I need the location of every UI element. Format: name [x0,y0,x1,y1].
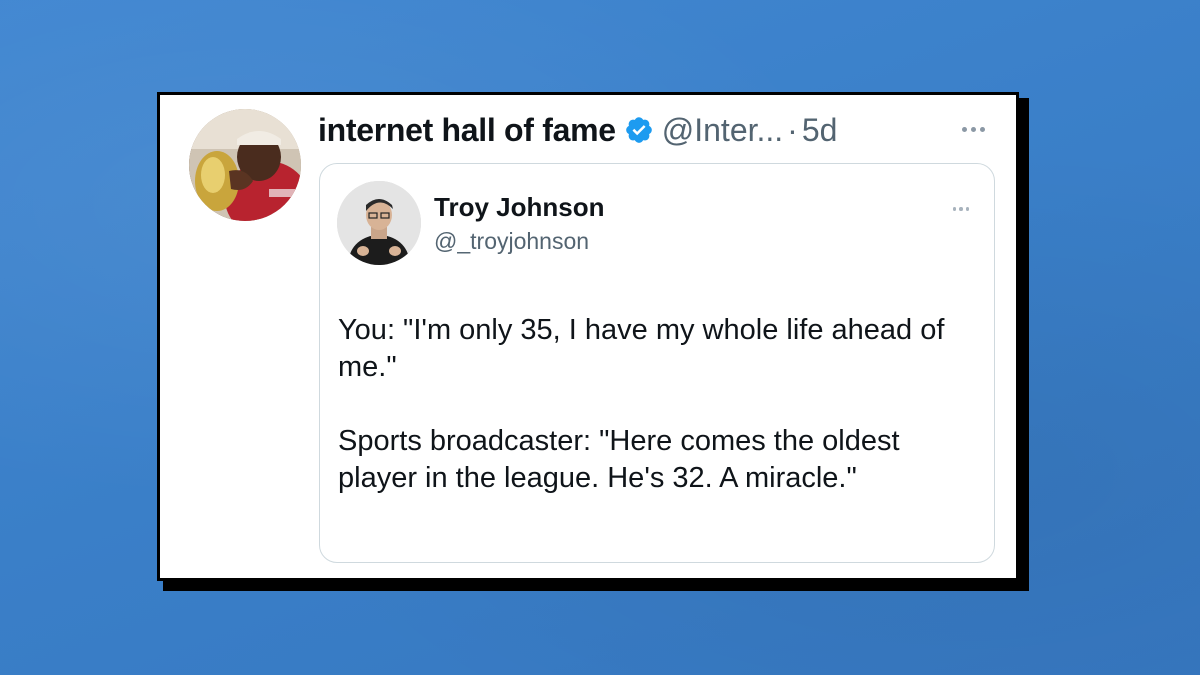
avatar[interactable] [189,109,301,221]
tweet-paragraph: You: "I'm only 35, I have my whole life … [338,314,945,383]
quoted-tweet-text: You: "I'm only 35, I have my whole life … [338,312,978,497]
more-horizontal-icon[interactable] [953,117,993,141]
separator-dot: · [787,111,798,148]
quoted-avatar-photo [337,181,421,265]
quoted-tweet[interactable]: Troy Johnson @_troyjohnson You: "I'm onl… [319,163,995,563]
quoted-more-horizontal-icon[interactable] [946,202,976,216]
avatar-photo [189,109,301,221]
tweet-header: internet hall of fame @Inter... · 5d [318,107,837,153]
verified-badge-icon [624,115,654,145]
tweet-paragraph: Sports broadcaster: "Here comes the olde… [338,425,900,494]
tweet-card[interactable]: internet hall of fame @Inter... · 5d Tro… [157,92,1019,581]
quoted-handle[interactable]: @_troyjohnson [434,228,589,255]
quoted-avatar[interactable] [337,181,421,265]
quoted-display-name[interactable]: Troy Johnson [434,192,604,223]
handle[interactable]: @Inter... [662,112,783,149]
display-name[interactable]: internet hall of fame [318,112,616,149]
timestamp[interactable]: 5d [802,112,838,149]
